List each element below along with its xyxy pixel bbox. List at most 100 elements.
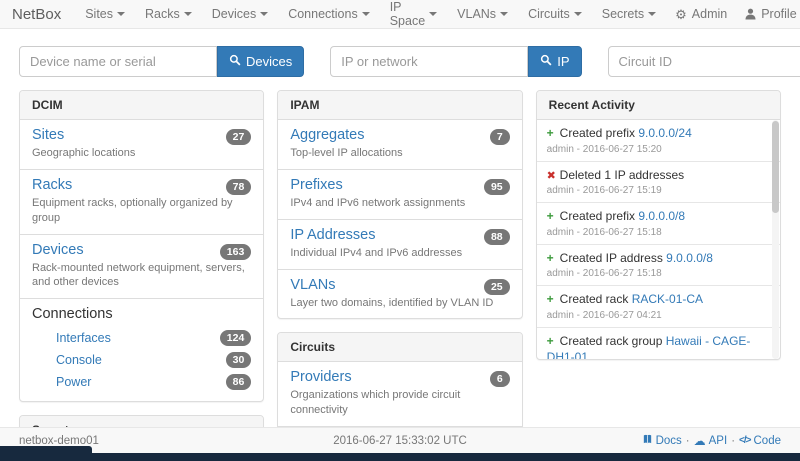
profile-link[interactable]: Profile — [736, 7, 800, 21]
menu-vlans-label: VLANs — [457, 7, 496, 21]
sites-link[interactable]: Sites — [32, 127, 64, 143]
menu-circuits[interactable]: Circuits — [518, 7, 592, 21]
user-icon — [745, 8, 756, 20]
admin-link[interactable]: ⚙ Admin — [666, 7, 736, 21]
activity-scrollbar[interactable] — [772, 120, 779, 359]
ip-search-button[interactable]: IP — [528, 46, 581, 77]
prefixes-link[interactable]: Prefixes — [290, 177, 342, 193]
aggregates-link[interactable]: Aggregates — [290, 127, 364, 143]
ip-addresses-link[interactable]: IP Addresses — [290, 227, 375, 243]
caret-down-icon — [362, 12, 370, 16]
activity-link[interactable]: RACK-01-CA — [632, 292, 703, 306]
circuits-panel-title: Circuits — [278, 333, 521, 362]
console-link[interactable]: Console — [56, 353, 226, 367]
code-icon: </> — [739, 435, 750, 446]
list-item: 163 Devices Rack-mounted network equipme… — [20, 235, 263, 300]
caret-down-icon — [429, 12, 437, 16]
menu-devices[interactable]: Devices — [202, 7, 278, 21]
menu-racks-label: Racks — [145, 7, 180, 21]
activity-meta: admin - 2016-06-27 15:18 — [547, 227, 762, 238]
list-item: 6 Providers Organizations which provide … — [278, 362, 521, 427]
search-icon — [229, 54, 241, 69]
book-icon — [642, 434, 653, 448]
prefixes-desc: IPv4 and IPv6 network assignments — [290, 196, 509, 211]
profile-label: Profile — [761, 7, 796, 21]
brand-logo[interactable]: NetBox — [12, 6, 61, 23]
activity-link[interactable]: 9.0.0.0/8 — [638, 209, 685, 223]
search-row: Devices IP Circuits — [0, 29, 800, 90]
providers-count-badge: 6 — [490, 371, 510, 387]
plus-icon: + — [547, 292, 560, 308]
activity-meta: admin - 2016-06-27 15:19 — [547, 185, 762, 196]
racks-desc: Equipment racks, optionally organized by… — [32, 196, 251, 226]
ip-addresses-count-badge: 88 — [484, 229, 510, 245]
menu-ip-space[interactable]: IP Space — [380, 0, 447, 28]
plus-icon: + — [547, 251, 560, 267]
navbar: NetBox Sites Racks Devices Connections I… — [0, 0, 800, 29]
caret-down-icon — [117, 12, 125, 16]
ip-addresses-desc: Individual IPv4 and IPv6 addresses — [290, 246, 509, 261]
code-link[interactable]: </>Code — [739, 435, 781, 447]
vlans-link[interactable]: VLANs — [290, 277, 335, 293]
devices-link[interactable]: Devices — [32, 242, 84, 258]
recent-activity-panel: Recent Activity +Created prefix 9.0.0.0/… — [536, 90, 781, 360]
caret-down-icon — [574, 12, 582, 16]
device-search-input[interactable] — [19, 46, 217, 77]
menu-vlans[interactable]: VLANs — [447, 7, 518, 21]
list-item: +Created prefix 9.0.0.0/8 admin - 2016-0… — [537, 203, 780, 245]
aggregates-count-badge: 7 — [490, 129, 510, 145]
vlans-desc: Layer two domains, identified by VLAN ID — [290, 296, 509, 311]
list-item: +Created IP address 9.0.0.0/8 admin - 20… — [537, 245, 780, 287]
recent-activity-title: Recent Activity — [537, 91, 780, 120]
activity-link[interactable]: 9.0.0.0/8 — [666, 251, 713, 265]
vlans-count-badge: 25 — [484, 279, 510, 295]
activity-scrollbar-thumb[interactable] — [772, 121, 779, 213]
menu-sites-label: Sites — [85, 7, 113, 21]
docs-label: Docs — [656, 435, 682, 447]
devices-desc: Rack-mounted network equipment, servers,… — [32, 261, 251, 291]
interfaces-count-badge: 124 — [220, 330, 252, 346]
list-item: 7 Aggregates Top-level IP allocations — [278, 120, 521, 170]
activity-link[interactable]: 9.0.0.0/24 — [638, 126, 691, 140]
racks-count-badge: 78 — [226, 179, 252, 195]
separator: · — [731, 435, 735, 447]
menu-secrets[interactable]: Secrets — [592, 7, 666, 21]
racks-link[interactable]: Racks — [32, 177, 72, 193]
ip-search-button-label: IP — [557, 54, 569, 69]
ipam-panel-title: IPAM — [278, 91, 521, 120]
power-link[interactable]: Power — [56, 375, 226, 389]
activity-action: Created prefix — [560, 126, 639, 140]
api-link[interactable]: ☁API — [694, 435, 728, 447]
plus-icon: + — [547, 126, 560, 142]
admin-label: Admin — [692, 7, 727, 21]
column-dcim: DCIM 27 Sites Geographic locations 78 Ra… — [19, 90, 264, 461]
menu-devices-label: Devices — [212, 7, 256, 21]
footer-links: Docs · ☁API · </>Code — [642, 434, 781, 448]
list-item: 27 Sites Geographic locations — [20, 120, 263, 170]
caret-down-icon — [260, 12, 268, 16]
providers-desc: Organizations which provide circuit conn… — [290, 388, 509, 418]
gear-icon: ⚙ — [675, 8, 687, 21]
list-item: 95 Prefixes IPv4 and IPv6 network assign… — [278, 170, 521, 220]
caret-down-icon — [648, 12, 656, 16]
docs-link[interactable]: Docs — [642, 434, 682, 448]
device-search-button[interactable]: Devices — [217, 46, 304, 77]
circuit-search-group: Circuits — [608, 46, 800, 77]
ip-search-input[interactable] — [330, 46, 528, 77]
caret-down-icon — [184, 12, 192, 16]
list-item: 88 IP Addresses Individual IPv4 and IPv6… — [278, 220, 521, 270]
activity-action: Created prefix — [560, 209, 639, 223]
device-search-button-label: Devices — [246, 54, 292, 69]
ip-search-group: IP — [330, 46, 581, 77]
menu-racks[interactable]: Racks — [135, 7, 202, 21]
menu-sites[interactable]: Sites — [75, 7, 135, 21]
menu-connections[interactable]: Connections — [278, 7, 380, 21]
dcim-panel: DCIM 27 Sites Geographic locations 78 Ra… — [19, 90, 264, 402]
interfaces-link[interactable]: Interfaces — [56, 331, 220, 345]
circuit-search-input[interactable] — [608, 46, 800, 77]
main-content: DCIM 27 Sites Geographic locations 78 Ra… — [0, 90, 800, 461]
column-ipam: IPAM 7 Aggregates Top-level IP allocatio… — [277, 90, 522, 461]
activity-action: Created IP address — [560, 251, 667, 265]
providers-link[interactable]: Providers — [290, 369, 351, 385]
taskbar-strip — [0, 453, 800, 461]
